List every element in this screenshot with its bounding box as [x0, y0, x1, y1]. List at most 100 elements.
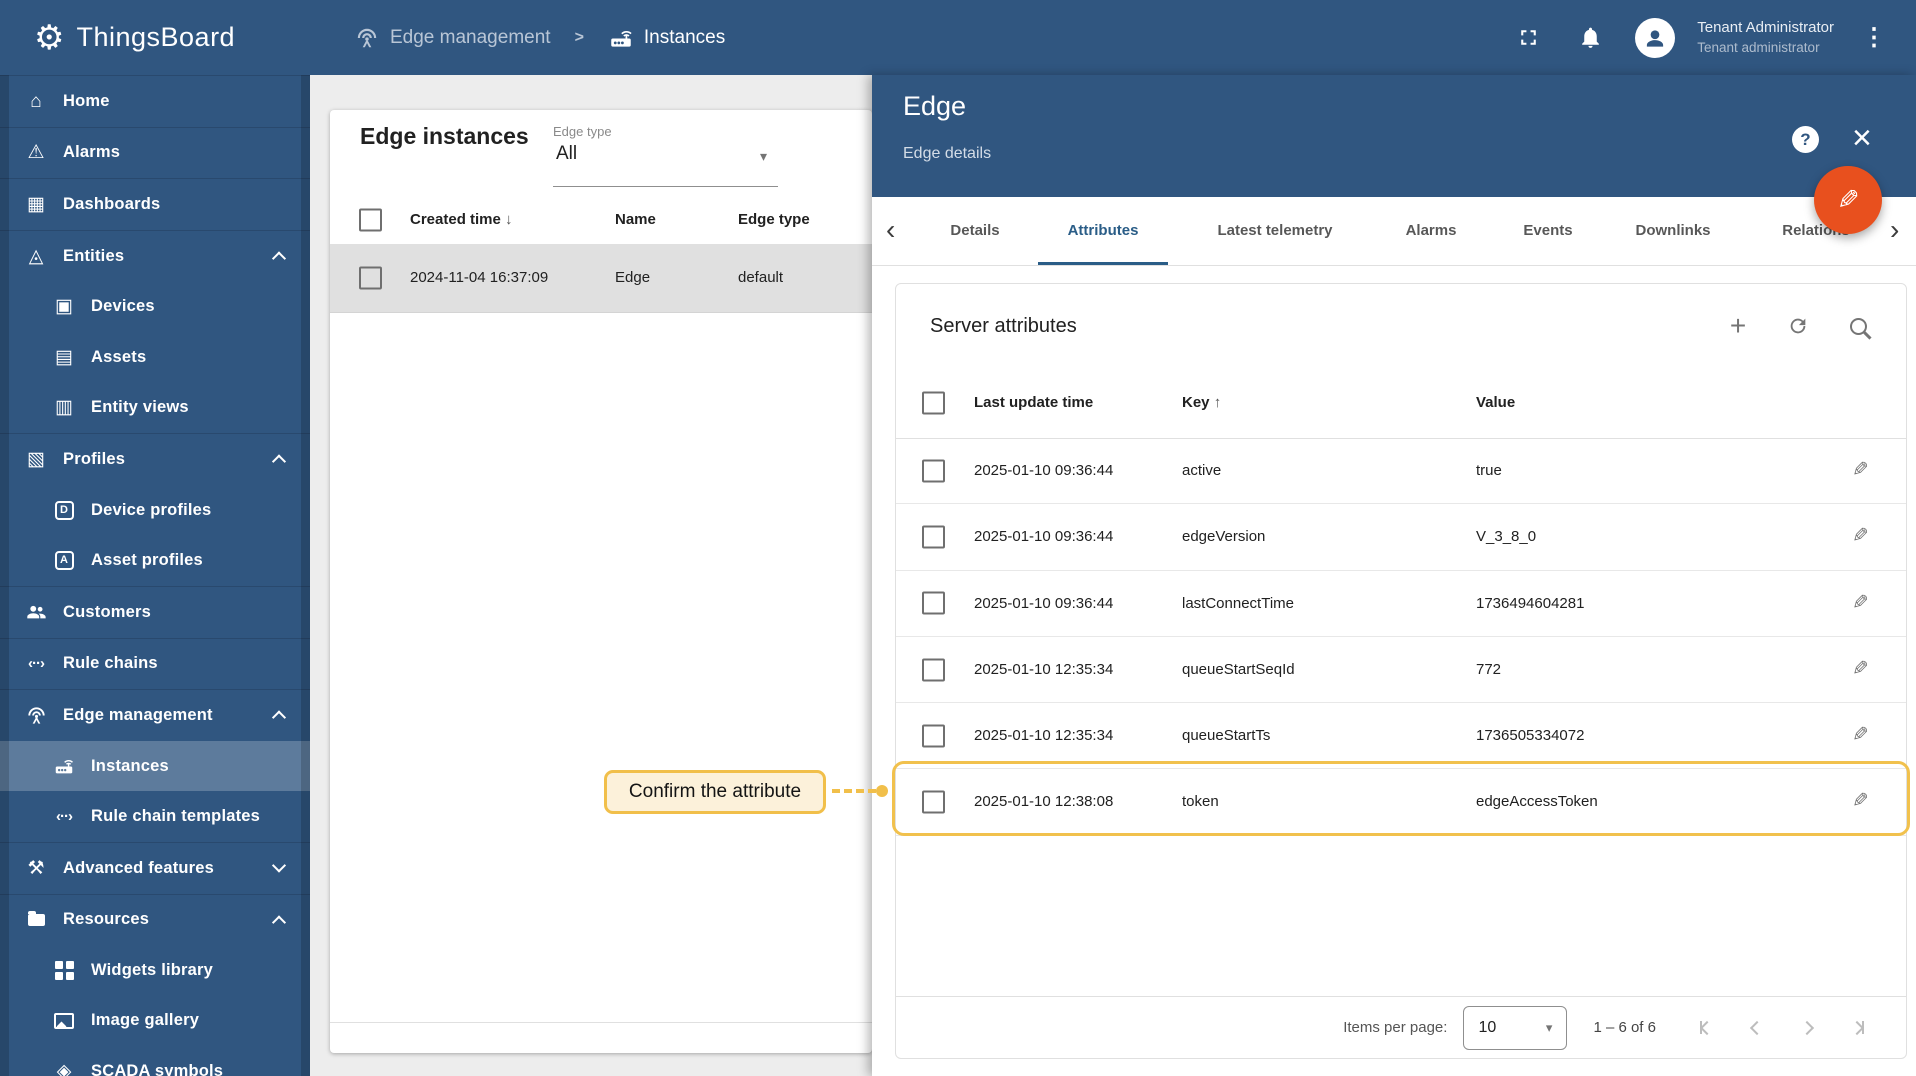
previous-page-icon[interactable] — [1749, 1020, 1765, 1035]
table-row[interactable]: 2025-01-10 12:35:34 queueStartSeqId 772 … — [896, 637, 1906, 704]
cell-created-time: 2024-11-04 16:37:09 — [410, 269, 549, 286]
sidebar-scrollbar-right[interactable] — [301, 75, 310, 1076]
sidebar-item-rule-chain-templates[interactable]: ‹··› Rule chain templates — [0, 791, 310, 842]
row-checkbox[interactable] — [922, 525, 945, 549]
sidebar-item-label: Dashboards — [63, 194, 161, 213]
table-row[interactable]: 2025-01-10 09:36:44 lastConnectTime 1736… — [896, 571, 1906, 637]
chevron-up-icon — [271, 251, 287, 266]
sidebar-item-label: Alarms — [63, 143, 121, 162]
sort-desc-icon: ↓ — [505, 211, 513, 228]
row-checkbox[interactable] — [922, 591, 945, 615]
chevron-up-icon — [271, 710, 287, 725]
user-info[interactable]: Tenant Administrator Tenant administrato… — [1697, 18, 1834, 56]
sidebar-item-device-profiles[interactable]: D Device profiles — [0, 485, 310, 536]
table-row[interactable]: 2025-01-10 09:36:44 active true ✎ — [896, 438, 1906, 505]
sidebar-item-image-gallery[interactable]: Image gallery — [0, 996, 310, 1047]
table-row[interactable]: 2025-01-10 12:35:34 queueStartTs 1736505… — [896, 703, 1906, 770]
sidebar-item-devices[interactable]: ▣ Devices — [0, 281, 310, 332]
search-icon[interactable] — [1846, 314, 1870, 338]
tab-details[interactable]: Details — [950, 197, 999, 265]
sidebar-item-home[interactable]: ⌂ Home — [0, 75, 310, 127]
select-all-checkbox[interactable] — [359, 208, 382, 232]
cell-edge-type: default — [738, 269, 784, 286]
notifications-bell-icon[interactable] — [1573, 21, 1607, 55]
user-avatar[interactable] — [1635, 17, 1676, 58]
row-checkbox[interactable] — [922, 459, 945, 483]
sidebar-item-asset-profiles[interactable]: A Asset profiles — [0, 535, 310, 586]
fullscreen-icon[interactable] — [1511, 21, 1545, 55]
tab-latest-telemetry[interactable]: Latest telemetry — [1217, 197, 1332, 265]
close-icon[interactable]: × — [1852, 119, 1872, 157]
sidebar-item-entity-views[interactable]: ▥ Entity views — [0, 383, 310, 434]
refresh-icon[interactable] — [1786, 314, 1810, 338]
instances-table-header: Created time ↓ Name Edge type — [330, 196, 872, 245]
row-checkbox[interactable] — [922, 724, 945, 748]
selected-tab-underline — [1038, 262, 1168, 265]
sidebar-item-assets[interactable]: ▤ Assets — [0, 332, 310, 383]
cell-key: active — [1182, 462, 1222, 479]
dropdown-caret-icon: ▾ — [1545, 1019, 1553, 1035]
sidebar-item-label: Rule chain templates — [91, 807, 261, 826]
column-edge-type[interactable]: Edge type — [738, 196, 810, 244]
sidebar-item-profiles[interactable]: ▧ Profiles — [0, 433, 310, 485]
chevron-up-icon — [271, 915, 287, 930]
edge-type-filter-value[interactable]: All — [556, 143, 577, 165]
table-row-highlighted[interactable]: 2025-01-10 12:38:08 token edgeAccessToke… — [896, 769, 1906, 836]
help-icon[interactable]: ? — [1792, 126, 1819, 153]
items-per-page-select[interactable]: 10 ▾ — [1463, 1005, 1568, 1050]
paginator-divider — [330, 1022, 872, 1023]
sidebar-item-widgets-library[interactable]: Widgets library — [0, 945, 310, 996]
next-page-icon[interactable] — [1799, 1020, 1815, 1035]
edit-attribute-icon[interactable]: ✎ — [1840, 637, 1880, 702]
last-page-icon[interactable] — [1849, 1020, 1865, 1035]
column-key[interactable]: Key ↑ — [1182, 368, 1221, 438]
sidebar-item-label: SCADA symbols — [91, 1062, 224, 1076]
more-menu-icon[interactable]: ⋮ — [1862, 23, 1886, 52]
row-checkbox[interactable] — [922, 658, 945, 682]
row-checkbox[interactable] — [922, 790, 945, 814]
column-value[interactable]: Value — [1476, 368, 1515, 438]
device-profiles-icon: D — [50, 500, 78, 520]
breadcrumb-section[interactable]: Edge management — [390, 27, 551, 49]
edit-attribute-icon[interactable]: ✎ — [1840, 504, 1880, 569]
sidebar-item-resources[interactable]: Resources — [0, 893, 310, 946]
sidebar-item-customers[interactable]: Customers — [0, 585, 310, 638]
sidebar-item-instances[interactable]: Instances — [0, 740, 310, 792]
tabs-scroll-right-icon[interactable]: › — [1890, 197, 1899, 263]
sidebar-scrollbar-left[interactable] — [0, 75, 9, 1076]
edit-attribute-icon[interactable]: ✎ — [1840, 438, 1880, 503]
sidebar-item-dashboards[interactable]: ▦ Dashboards — [0, 178, 310, 230]
sidebar-item-label: Devices — [91, 297, 155, 316]
edit-fab-button[interactable]: ✎ — [1814, 166, 1882, 234]
table-row[interactable]: 2024-11-04 16:37:09 Edge default — [330, 244, 872, 313]
chevron-up-icon — [271, 454, 287, 470]
rule-chains-icon: ‹··› — [28, 655, 45, 673]
sidebar-item-entities[interactable]: ◬ Entities — [0, 229, 310, 282]
sidebar-item-label: Advanced features — [63, 858, 215, 877]
select-all-checkbox[interactable] — [922, 391, 945, 415]
toolbar-actions: Tenant Administrator Tenant administrato… — [1511, 17, 1916, 58]
tabs-scroll-left-icon[interactable]: ‹ — [886, 197, 895, 263]
table-row[interactable]: 2025-01-10 09:36:44 edgeVersion V_3_8_0 … — [896, 504, 1906, 571]
edit-attribute-icon[interactable]: ✎ — [1840, 571, 1880, 636]
edit-attribute-icon[interactable]: ✎ — [1840, 703, 1880, 768]
sidebar-item-advanced-features[interactable]: ⚒ Advanced features — [0, 841, 310, 894]
sidebar-item-alarms[interactable]: ⚠ Alarms — [0, 126, 310, 179]
column-last-update-time[interactable]: Last update time — [974, 368, 1093, 438]
dropdown-caret-icon[interactable]: ▾ — [760, 148, 767, 165]
sidebar-item-rule-chains[interactable]: ‹··› Rule chains — [0, 637, 310, 690]
sidebar-item-scada-symbols[interactable]: ◈ SCADA symbols — [0, 1046, 310, 1076]
edit-attribute-icon[interactable]: ✎ — [1840, 769, 1880, 834]
app-logo[interactable]: ⚙ ThingsBoard — [0, 0, 310, 75]
cell-key: edgeVersion — [1182, 528, 1266, 546]
tab-attributes[interactable]: Attributes — [1068, 197, 1139, 265]
add-attribute-icon[interactable]: + — [1726, 310, 1750, 341]
column-created-time[interactable]: Created time ↓ — [410, 196, 513, 244]
tab-alarms[interactable]: Alarms — [1406, 197, 1457, 265]
column-name[interactable]: Name — [615, 196, 656, 244]
first-page-icon[interactable] — [1699, 1020, 1715, 1035]
sidebar-item-edge-management[interactable]: Edge management — [0, 689, 310, 741]
row-checkbox[interactable] — [359, 266, 382, 290]
tab-downlinks[interactable]: Downlinks — [1635, 197, 1710, 265]
tab-events[interactable]: Events — [1523, 197, 1572, 265]
